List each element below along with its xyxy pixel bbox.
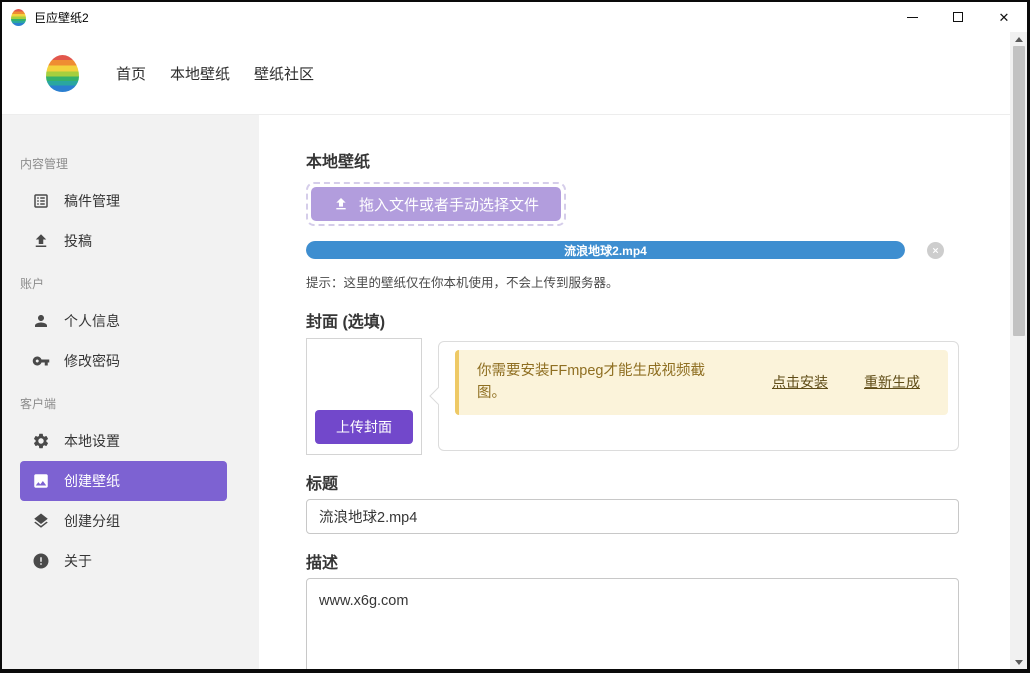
create-wallpaper-icon (32, 472, 50, 490)
nav-tab-local-wallpaper[interactable]: 本地壁纸 (158, 57, 242, 90)
gear-icon (32, 432, 50, 450)
close-button[interactable]: ✕ (981, 2, 1027, 32)
sidebar-item-create-group[interactable]: 创建分组 (20, 501, 227, 541)
sidebar-item-label: 本地设置 (64, 431, 120, 451)
sidebar-section-client: 客户端 (2, 395, 259, 413)
sidebar-item-label: 稿件管理 (64, 191, 120, 211)
maximize-button[interactable] (935, 2, 981, 32)
window-title: 巨应壁纸2 (34, 9, 89, 26)
about-icon (32, 552, 50, 570)
titlebar: 巨应壁纸2 ✕ (2, 2, 1027, 32)
sidebar-item-label: 个人信息 (64, 311, 120, 331)
layers-icon (32, 512, 50, 530)
remove-file-button[interactable] (927, 242, 944, 259)
description-field-label: 描述 (306, 549, 959, 571)
title-field-label: 标题 (306, 470, 959, 492)
main-content: 本地壁纸 拖入文件或者手动选择文件 流浪地球2.mp4 (259, 115, 1010, 669)
sidebar-item-label: 修改密码 (64, 351, 120, 371)
progress-bar: 流浪地球2.mp4 (306, 241, 905, 259)
ffmpeg-warning-message: 你需要安装FFmpeg才能生成视频截图。 (477, 360, 711, 405)
cover-preview-box[interactable]: 上传封面 (306, 338, 422, 455)
app-logo-egg (11, 9, 26, 26)
close-icon: ✕ (999, 11, 1010, 24)
select-file-button[interactable]: 拖入文件或者手动选择文件 (311, 187, 561, 221)
key-icon (32, 352, 50, 370)
ffmpeg-alert-links: 点击安装 重新生成 (772, 372, 948, 392)
sidebar-item-label: 关于 (64, 551, 92, 571)
sidebar-item-label: 投稿 (64, 231, 92, 251)
description-textarea[interactable]: www.x6g.com (306, 578, 959, 669)
scrollbar-thumb[interactable] (1013, 46, 1025, 336)
maximize-icon (953, 12, 963, 22)
vertical-scrollbar[interactable] (1010, 32, 1027, 669)
minimize-button[interactable] (889, 2, 935, 32)
local-only-hint: 提示：这里的壁纸仅在你本机使用，不会上传到服务器。 (306, 272, 959, 289)
select-file-label: 拖入文件或者手动选择文件 (359, 194, 539, 215)
top-nav: 首页 本地壁纸 壁纸社区 (2, 32, 1010, 115)
upload-cover-button[interactable]: 上传封面 (315, 410, 413, 444)
sidebar: 内容管理 稿件管理 投稿 账户 个人信息 (2, 115, 259, 669)
nav-tab-wallpaper-community[interactable]: 壁纸社区 (242, 57, 326, 90)
sidebar-item-about[interactable]: 关于 (20, 541, 227, 581)
page-title: 本地壁纸 (306, 148, 959, 170)
upload-progress-row: 流浪地球2.mp4 (306, 241, 959, 259)
minimize-icon (907, 17, 918, 18)
sidebar-section-account: 账户 (2, 275, 259, 293)
sidebar-item-local-settings[interactable]: 本地设置 (20, 421, 227, 461)
sidebar-item-label: 创建分组 (64, 511, 120, 531)
close-circle-icon (931, 246, 940, 255)
scroll-up-button[interactable] (1010, 32, 1027, 46)
sidebar-item-change-password[interactable]: 修改密码 (20, 341, 227, 381)
list-icon (32, 192, 50, 210)
app-window: 巨应壁纸2 ✕ 首页 本地壁纸 壁纸社区 内容管理 (0, 0, 1030, 673)
scroll-down-button[interactable] (1010, 655, 1027, 669)
title-input[interactable] (306, 499, 959, 534)
sidebar-item-profile[interactable]: 个人信息 (20, 301, 227, 341)
window-controls: ✕ (889, 2, 1027, 32)
scroll-up-icon (1015, 37, 1023, 42)
sidebar-section-content-mgmt: 内容管理 (2, 155, 259, 173)
sidebar-item-manuscripts[interactable]: 稿件管理 (20, 181, 227, 221)
sidebar-item-submit[interactable]: 投稿 (20, 221, 227, 261)
upload-icon (32, 232, 50, 250)
nav-tabs: 首页 本地壁纸 壁纸社区 (104, 57, 326, 90)
scroll-down-icon (1015, 660, 1023, 665)
file-dropzone[interactable]: 拖入文件或者手动选择文件 (306, 182, 566, 226)
progress-fill: 流浪地球2.mp4 (306, 241, 905, 259)
ffmpeg-warning-alert: 你需要安装FFmpeg才能生成视频截图。 点击安装 重新生成 (455, 350, 948, 415)
cover-row: 上传封面 你需要安装FFmpeg才能生成视频截图。 点击安装 重新生成 (306, 338, 959, 455)
progress-filename: 流浪地球2.mp4 (564, 242, 647, 259)
install-ffmpeg-link[interactable]: 点击安装 (772, 372, 828, 392)
app-logo-egg (46, 55, 79, 92)
upload-tray-icon (333, 196, 349, 212)
regenerate-link[interactable]: 重新生成 (864, 372, 920, 392)
person-icon (32, 312, 50, 330)
cover-section-heading: 封面 (选填) (306, 308, 959, 330)
ffmpeg-popover: 你需要安装FFmpeg才能生成视频截图。 点击安装 重新生成 (438, 341, 959, 451)
nav-tab-home[interactable]: 首页 (104, 57, 158, 90)
sidebar-item-label: 创建壁纸 (64, 471, 120, 491)
sidebar-item-create-wallpaper[interactable]: 创建壁纸 (20, 461, 227, 501)
